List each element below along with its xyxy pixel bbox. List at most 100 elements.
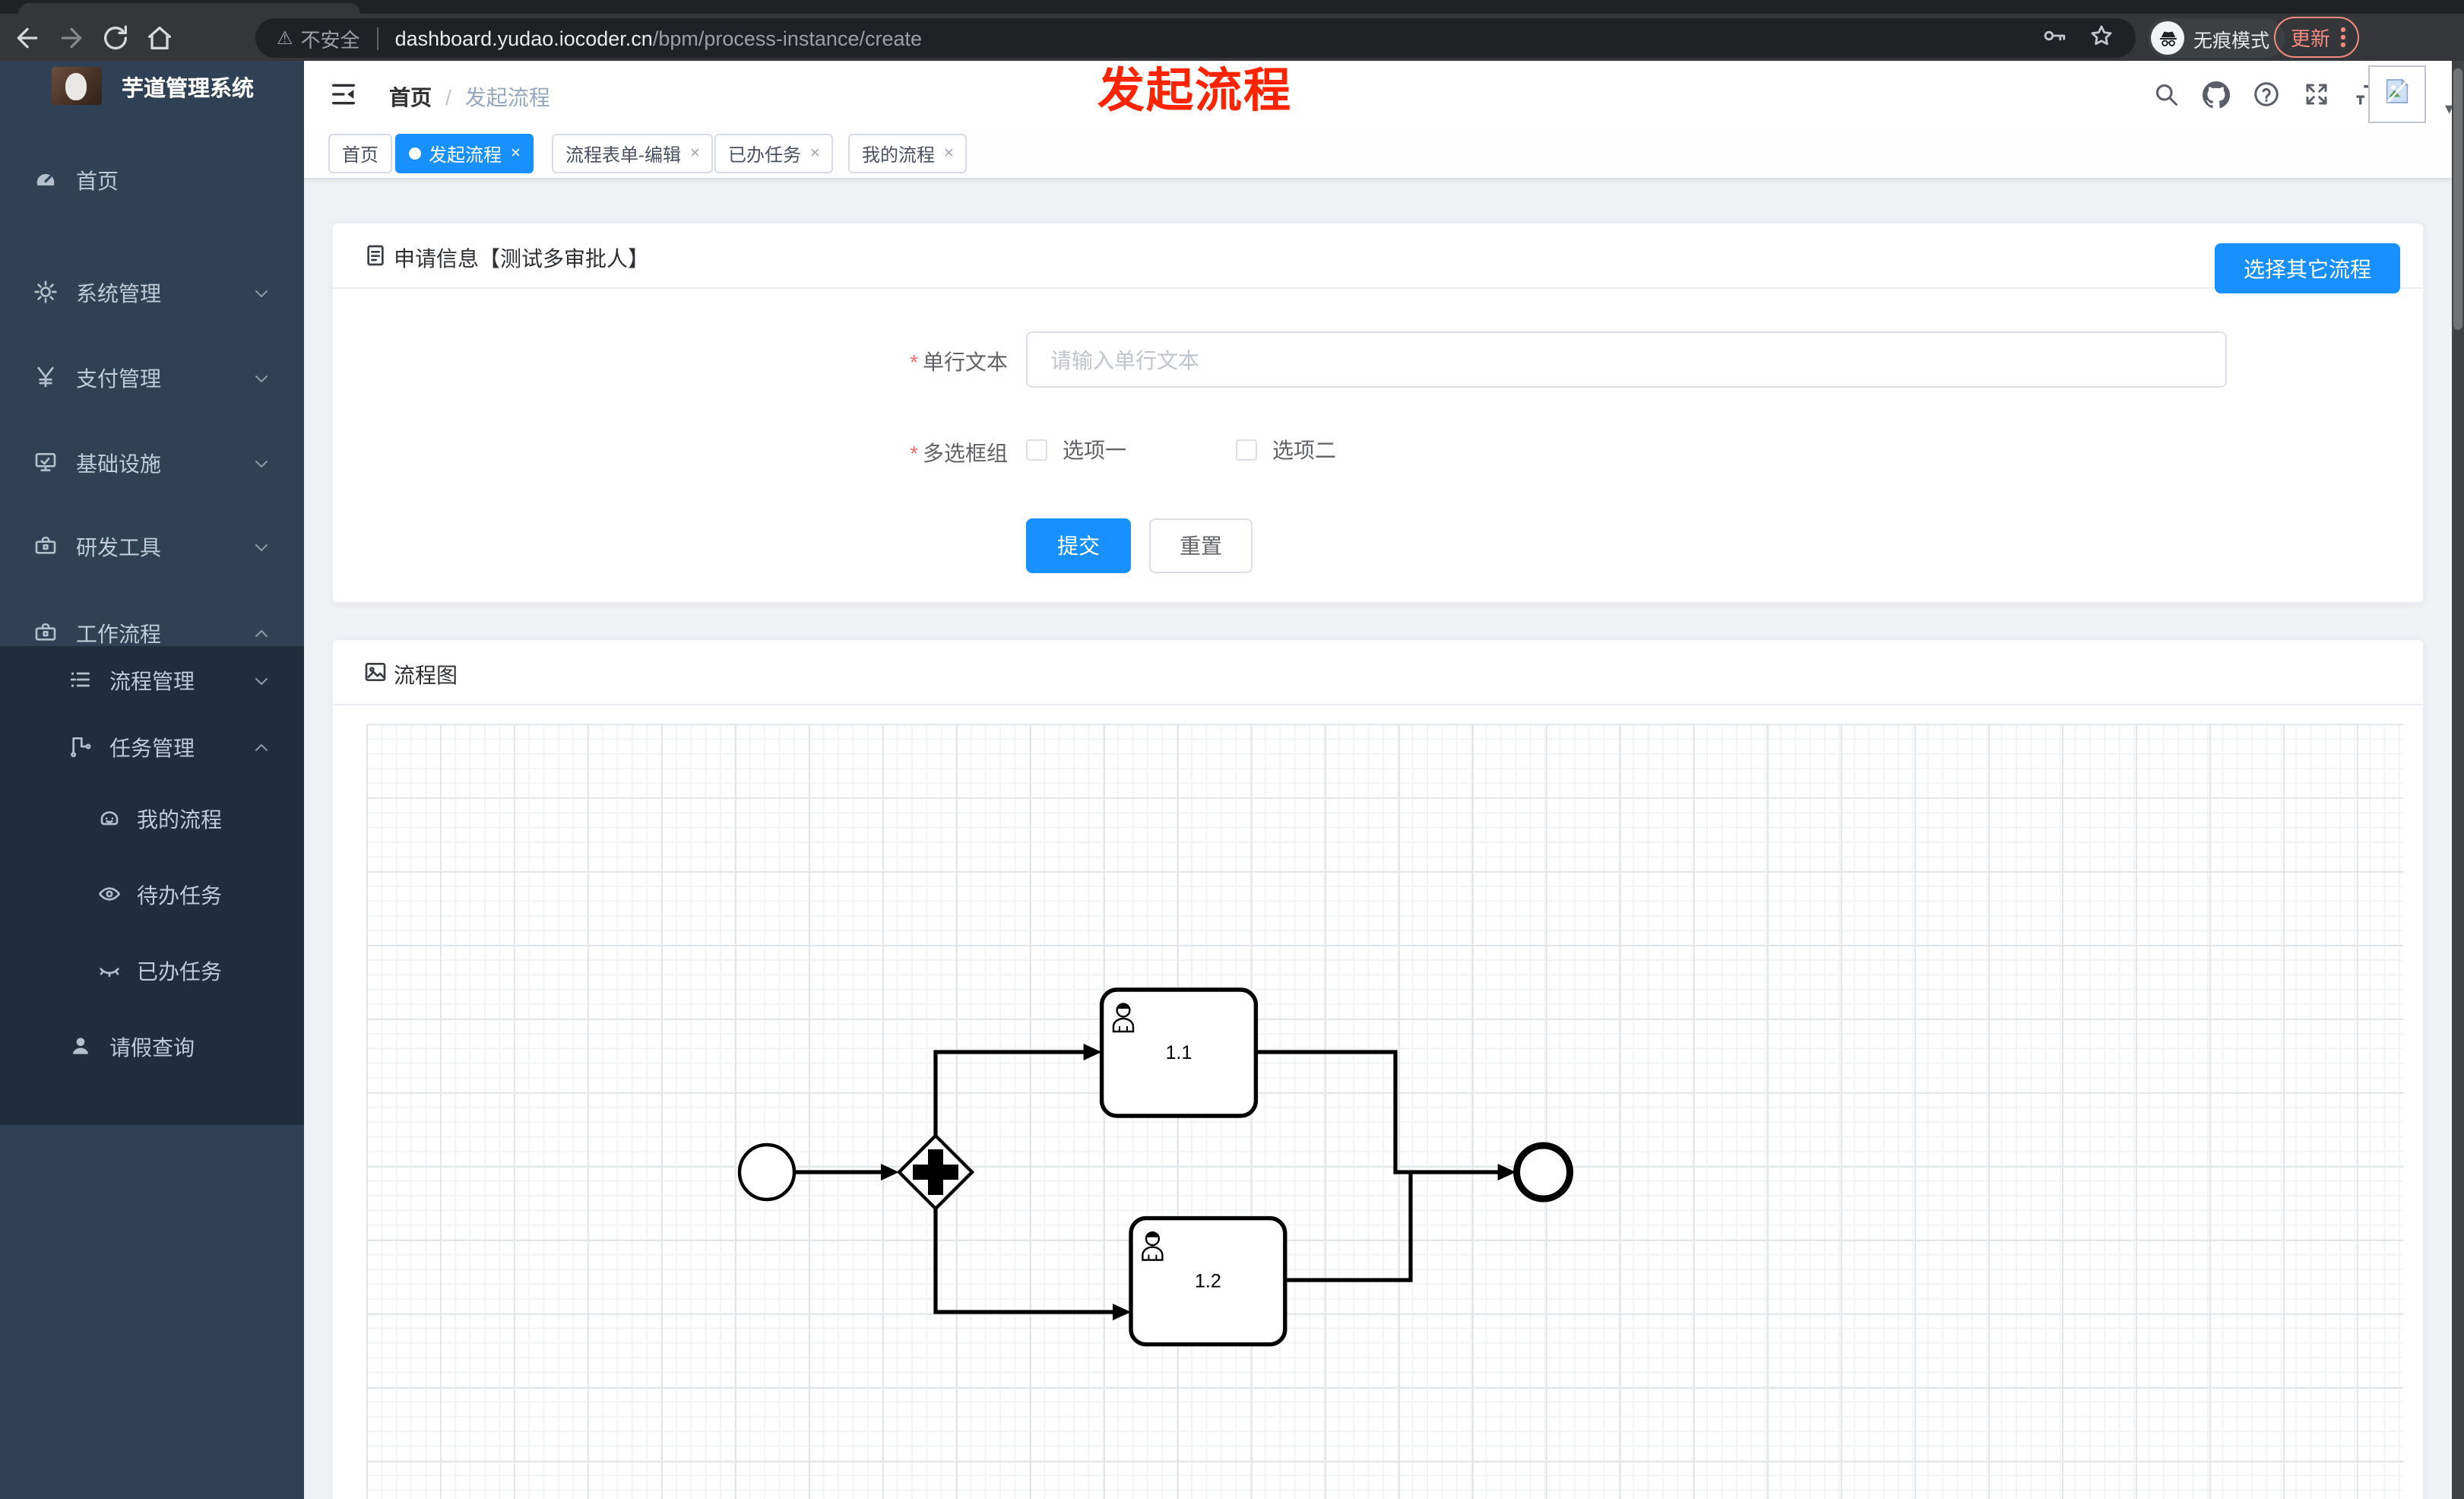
chevron-down-icon bbox=[252, 283, 271, 301]
browser-back-icon[interactable] bbox=[12, 22, 43, 52]
incognito-badge: 无痕模式 bbox=[2148, 18, 2285, 58]
user-avatar[interactable] bbox=[2368, 65, 2426, 123]
app-header: 首页 / 发起流程 ▾ bbox=[304, 61, 2464, 128]
close-icon[interactable]: × bbox=[690, 144, 700, 162]
checkbox-option1[interactable] bbox=[1026, 439, 1047, 461]
flow-gateway-to-task2 bbox=[933, 1209, 1113, 1314]
checkbox-option2-label[interactable]: 选项二 bbox=[1272, 435, 1336, 465]
browser-home-icon[interactable] bbox=[144, 22, 175, 52]
bpmn-diagram: 1.1 1.2 bbox=[737, 987, 1574, 1347]
fullscreen-icon[interactable] bbox=[2303, 81, 2330, 108]
page-tabbar: 首页 发起流程 × 流程表单-编辑 × 已办任务 × 我的流程 × bbox=[304, 128, 2464, 179]
sidebar-item-payment[interactable]: 支付管理 bbox=[0, 344, 304, 410]
diagram-card-header: 流程图 bbox=[333, 640, 2423, 705]
sidebar-item-process-mgmt[interactable]: 流程管理 bbox=[0, 646, 304, 713]
form-card-title: 申请信息【测试多审批人】 bbox=[394, 246, 649, 271]
scrollbar-thumb[interactable] bbox=[2453, 68, 2462, 330]
close-icon[interactable]: × bbox=[810, 144, 820, 162]
diagram-card-title: 流程图 bbox=[394, 663, 458, 687]
dashboard-icon bbox=[33, 167, 58, 192]
help-icon[interactable] bbox=[2253, 81, 2280, 108]
breadcrumb-home[interactable]: 首页 bbox=[389, 82, 432, 113]
arrowhead bbox=[1083, 1044, 1102, 1060]
required-mark: * bbox=[910, 350, 918, 374]
not-secure-label[interactable]: 不安全 bbox=[301, 24, 360, 52]
github-icon[interactable] bbox=[2203, 81, 2230, 108]
tab-my-process[interactable]: 我的流程 × bbox=[848, 134, 968, 173]
browser-menu-icon[interactable] bbox=[2341, 27, 2345, 47]
task-label: 1.1 bbox=[1166, 1042, 1192, 1063]
url-divider bbox=[376, 27, 378, 49]
reset-button[interactable]: 重置 bbox=[1149, 518, 1253, 573]
not-secure-warning-icon: ⚠ bbox=[277, 27, 293, 49]
monitor-icon bbox=[33, 450, 58, 474]
sidebar-item-my-process[interactable]: 我的流程 bbox=[0, 780, 304, 856]
single-line-text-input[interactable] bbox=[1026, 331, 2227, 388]
sidebar-item-leave-query[interactable]: 请假查询 bbox=[0, 1008, 304, 1084]
page-scrollbar[interactable] bbox=[2452, 61, 2464, 1499]
bpmn-canvas[interactable]: 1.1 1.2 bbox=[366, 724, 2403, 1499]
yen-icon bbox=[33, 365, 58, 389]
chevron-up-icon bbox=[252, 737, 271, 756]
arrowhead bbox=[1113, 1304, 1131, 1320]
bpmn-end-event[interactable] bbox=[1513, 1142, 1574, 1203]
bpmn-start-event[interactable] bbox=[737, 1142, 797, 1202]
document-icon bbox=[363, 243, 388, 268]
sidebar-item-todo-tasks[interactable]: 待办任务 bbox=[0, 856, 304, 932]
url-domain[interactable]: dashboard.yudao.iocoder.cn bbox=[395, 27, 653, 49]
required-mark: * bbox=[910, 441, 918, 465]
app-logo[interactable]: 芋道管理系统 bbox=[0, 61, 304, 122]
address-bar[interactable]: ⚠ 不安全 dashboard.yudao.iocoder.cn /bpm/pr… bbox=[255, 18, 2136, 58]
image-icon bbox=[363, 660, 388, 684]
checkbox-group-label: * 多选框组 bbox=[910, 441, 1008, 465]
arrowhead bbox=[881, 1164, 899, 1181]
sidebar-item-task-mgmt[interactable]: 任务管理 bbox=[0, 713, 304, 780]
tab-form-edit[interactable]: 流程表单-编辑 × bbox=[552, 134, 714, 173]
checkbox-option2[interactable] bbox=[1236, 439, 1257, 461]
tab-done-tasks[interactable]: 已办任务 × bbox=[714, 134, 834, 173]
chevron-down-icon bbox=[252, 368, 271, 386]
bookmark-star-icon[interactable] bbox=[2089, 23, 2114, 53]
bpmn-user-task-2[interactable]: 1.2 bbox=[1129, 1215, 1287, 1347]
briefcase-icon bbox=[33, 620, 58, 645]
active-dot bbox=[409, 147, 421, 160]
flow-task2-to-end bbox=[1286, 1174, 1413, 1282]
sidebar-item-done-tasks[interactable]: 已办任务 bbox=[0, 932, 304, 1008]
robot-face-icon bbox=[97, 806, 122, 830]
breadcrumb-current: 发起流程 bbox=[464, 85, 550, 109]
browser-tabstrip bbox=[0, 0, 2464, 14]
toolbox-icon bbox=[33, 534, 58, 558]
sidebar-item-devtools[interactable]: 研发工具 bbox=[0, 512, 304, 579]
sidebar-item-system[interactable]: 系统管理 bbox=[0, 258, 304, 325]
branch-icon bbox=[68, 734, 93, 759]
sidebar-item-home[interactable]: 首页 bbox=[0, 146, 304, 213]
sidebar-collapse-icon[interactable] bbox=[328, 79, 359, 109]
chevron-down-icon bbox=[252, 453, 271, 471]
checkbox-option1-label[interactable]: 选项一 bbox=[1063, 435, 1126, 465]
browser-active-tab[interactable] bbox=[18, 3, 360, 14]
chevron-down-icon bbox=[252, 537, 271, 555]
submit-button[interactable]: 提交 bbox=[1026, 518, 1131, 573]
browser-chrome: ⚠ 不安全 dashboard.yudao.iocoder.cn /bpm/pr… bbox=[0, 0, 2464, 61]
sidebar-item-infra[interactable]: 基础设施 bbox=[0, 429, 304, 496]
browser-reload-icon[interactable] bbox=[100, 22, 131, 52]
browser-forward-icon[interactable] bbox=[56, 22, 87, 52]
url-path[interactable]: /bpm/process-instance/create bbox=[653, 27, 922, 49]
choose-other-process-button[interactable]: 选择其它流程 bbox=[2215, 243, 2400, 293]
close-icon[interactable]: × bbox=[511, 144, 521, 162]
task-label: 1.2 bbox=[1195, 1271, 1221, 1292]
workflow-submenu: 流程管理 任务管理 我的流程 待办任务 已办任务 请假查询 bbox=[0, 646, 304, 1125]
search-icon[interactable] bbox=[2152, 81, 2180, 108]
tab-create-process[interactable]: 发起流程 × bbox=[395, 134, 534, 173]
bpmn-user-task-1[interactable]: 1.1 bbox=[1099, 987, 1259, 1118]
password-key-icon[interactable] bbox=[2041, 23, 2067, 53]
browser-update-button[interactable]: 更新 bbox=[2274, 17, 2359, 58]
arrowhead bbox=[1497, 1164, 1516, 1181]
flow-task1-to-end bbox=[1256, 1050, 1499, 1174]
chevron-down-icon bbox=[252, 670, 271, 689]
close-icon[interactable]: × bbox=[944, 144, 954, 162]
sidebar: 芋道管理系统 首页 系统管理 支付管理 基础设施 研发工具 工作流程 流程管理 … bbox=[0, 61, 304, 1499]
update-label[interactable]: 更新 bbox=[2291, 23, 2330, 52]
incognito-icon bbox=[2151, 21, 2184, 55]
tab-home[interactable]: 首页 bbox=[328, 134, 393, 173]
